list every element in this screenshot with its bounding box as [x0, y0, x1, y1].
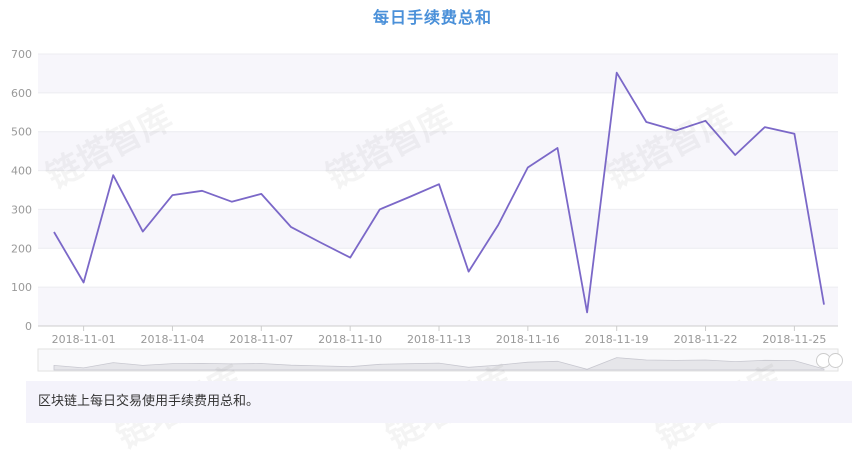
series-line — [53, 71, 825, 314]
y-tick-label: 600 — [11, 87, 32, 100]
y-tick-label: 200 — [11, 242, 32, 255]
description-box: 区块链上每日交易使用手续费用总和。 — [26, 381, 852, 423]
x-tick-label: 2018-11-01 — [52, 333, 116, 346]
x-tick-label: 2018-11-19 — [585, 333, 649, 346]
x-tick-label: 2018-11-04 — [140, 333, 204, 346]
y-tick-label: 0 — [25, 320, 32, 333]
navigator-right-handle[interactable] — [828, 353, 843, 368]
y-tick-label: 400 — [11, 165, 32, 178]
x-tick-label: 2018-11-10 — [318, 333, 382, 346]
grid-band — [38, 209, 838, 249]
grid-band — [38, 54, 838, 93]
grid-band — [38, 287, 838, 326]
data-zoom-navigator[interactable] — [37, 348, 839, 372]
grid-band — [38, 131, 838, 171]
description-text: 区块链上每日交易使用手续费用总和。 — [38, 394, 260, 409]
y-tick-label: 500 — [11, 126, 32, 139]
y-tick-label: 100 — [11, 281, 32, 294]
y-tick-label: 300 — [11, 203, 32, 216]
y-tick-label: 700 — [11, 48, 32, 61]
x-tick-label: 2018-11-07 — [229, 333, 293, 346]
x-tick-label: 2018-11-13 — [407, 333, 471, 346]
x-tick-label: 2018-11-25 — [762, 333, 826, 346]
x-tick-label: 2018-11-16 — [496, 333, 560, 346]
line-chart: 0 100 200 300 400 500 600 700 2018-11-01 2018-11… — [11, 48, 839, 372]
x-tick-label: 2018-11-22 — [674, 333, 738, 346]
